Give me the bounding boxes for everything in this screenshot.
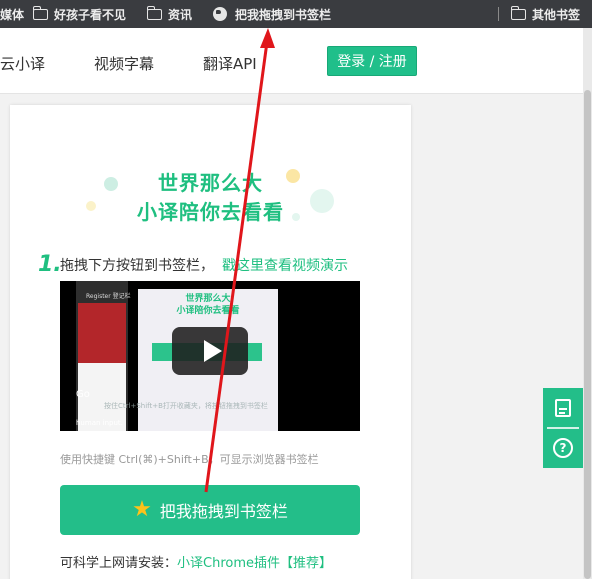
note-icon	[555, 399, 571, 417]
bookmark-drag-to-bookmarks[interactable]: 把我拖拽到书签栏	[213, 0, 331, 28]
page-scrollbar[interactable]	[583, 28, 592, 579]
video-subtitle: 按住Ctrl+Shift+B打开收藏夹，将按钮拖拽到书签栏	[104, 402, 268, 410]
globe-icon	[213, 7, 227, 21]
chrome-extension-link[interactable]: 小译Chrome插件【推荐】	[177, 556, 332, 571]
star-icon: ★	[132, 497, 152, 522]
video-human-input-text: human input.	[76, 419, 123, 427]
play-icon[interactable]	[172, 327, 248, 375]
video-register-text: Register 登记栏	[86, 293, 131, 300]
bookmark-label: 好孩子看不见	[54, 7, 127, 22]
bookmark-folder-news[interactable]: 资讯	[146, 0, 193, 28]
video-red-area	[78, 303, 126, 363]
bookmarklet-card: 世界那么大 小译陪你去看看 1. 拖拽下方按钮到书签栏， 戳这里查看视频演示 Re…	[10, 105, 411, 579]
folder-icon	[146, 5, 162, 20]
folder-icon	[32, 5, 48, 20]
help-button[interactable]: ?	[543, 428, 583, 468]
step-number: 1.	[38, 252, 62, 277]
nav-translate-api[interactable]: 翻译API	[203, 53, 257, 74]
login-register-button[interactable]: 登录 / 注册	[327, 46, 417, 76]
step-text: 拖拽下方按钮到书签栏，	[60, 258, 214, 274]
shortcut-hint: 使用快捷键 Ctrl(⌘)+Shift+B，可显示浏览器书签栏	[60, 453, 319, 466]
video-frame-title: 世界那么大 小译陪你去看看	[176, 294, 240, 316]
side-float-widget: ?	[543, 388, 583, 468]
drag-to-bookmarks-button[interactable]: ★ 把我拖拽到书签栏	[60, 485, 360, 535]
bookmark-label: 把我拖拽到书签栏	[235, 7, 332, 22]
help-icon: ?	[553, 438, 573, 458]
bookmark-item-media[interactable]: 媒体	[0, 0, 24, 28]
bookmark-label: 其他书签	[532, 7, 581, 22]
video-demo-link[interactable]: 戳这里查看视频演示	[222, 258, 348, 274]
feedback-button[interactable]	[543, 388, 583, 428]
site-header: 云小译 视频字幕 翻译API 登录 / 注册	[0, 28, 583, 94]
install-prefix: 可科学上网请安装：	[60, 556, 178, 571]
bookmark-label: 资讯	[168, 7, 193, 22]
bookmark-divider	[498, 7, 499, 21]
video-go-text: Go	[76, 389, 90, 400]
bookmark-label: 媒体	[0, 7, 25, 22]
bookmarks-bar: 媒体 好孩子看不见 资讯 把我拖拽到书签栏 其他书签	[0, 0, 592, 28]
drag-button-label: 把我拖拽到书签栏	[159, 502, 288, 521]
headline-line-1: 世界那么大	[158, 171, 263, 195]
folder-icon	[510, 5, 526, 20]
demo-video-player[interactable]: Register 登记栏 世界那么大 小译陪你去看看 按住Ctrl+Shift+…	[60, 281, 360, 431]
step-instruction: 拖拽下方按钮到书签栏， 戳这里查看视频演示	[60, 255, 348, 275]
nav-yunxiaoyi[interactable]: 云小译	[0, 53, 45, 74]
headline-line-2: 小译陪你去看看	[137, 200, 284, 224]
bookmark-folder-kids[interactable]: 好孩子看不见	[32, 0, 127, 28]
scrollbar-thumb[interactable]	[584, 90, 591, 579]
install-row: 可科学上网请安装：小译Chrome插件【推荐】	[60, 552, 332, 571]
bookmark-other-folder[interactable]: 其他书签	[510, 0, 581, 28]
nav-video-subtitles[interactable]: 视频字幕	[94, 53, 154, 74]
